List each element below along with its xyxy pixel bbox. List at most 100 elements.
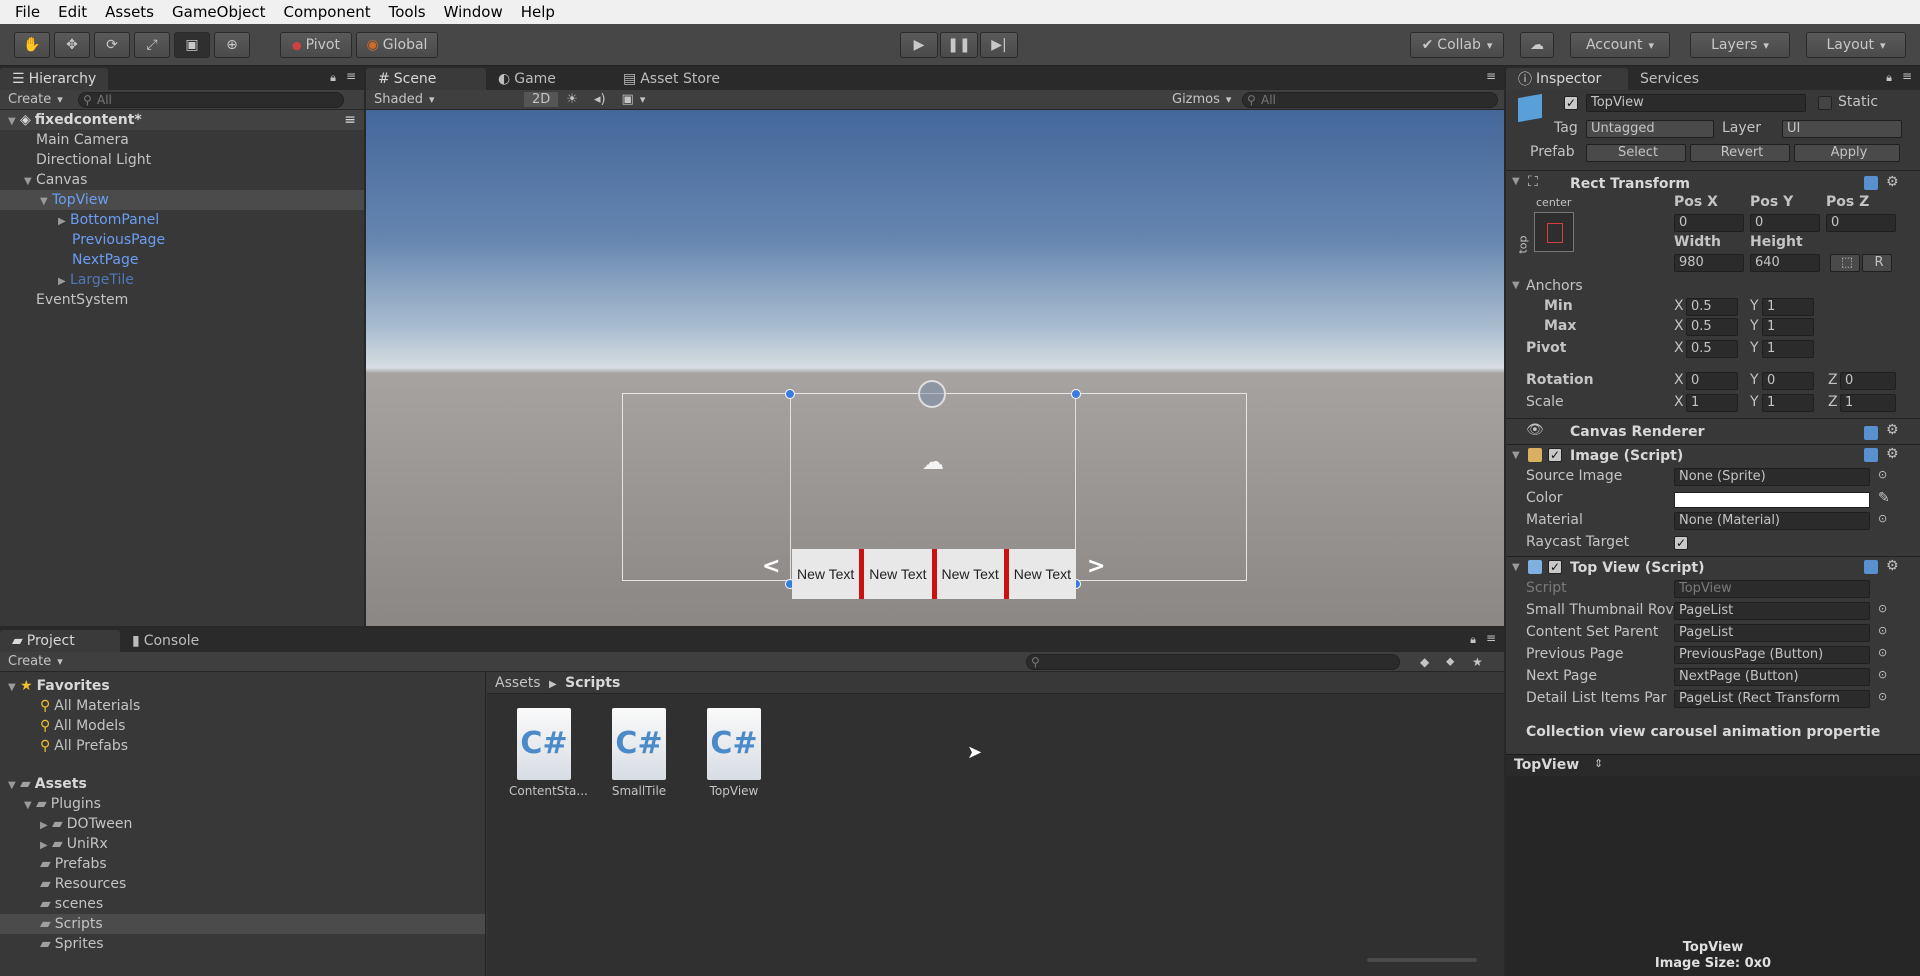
cloud-button[interactable]: ☁	[1520, 32, 1554, 58]
folder-item[interactable]: ▰ Sprites	[0, 934, 485, 954]
anchor-min-x-input[interactable]: 0.5	[1686, 298, 1738, 316]
favorites-header[interactable]: ▼ ★ Favorites	[0, 676, 485, 696]
tab-scene[interactable]: # Scene	[366, 68, 486, 90]
posx-input[interactable]: 0	[1674, 214, 1744, 232]
hierarchy-item-nextpage[interactable]: NextPage	[0, 250, 364, 270]
folder-item[interactable]: ▶ ▰ UniRx	[0, 834, 485, 854]
scene-menu-icon[interactable]: ≡	[344, 110, 356, 130]
object-picker-icon[interactable]: ⊙	[1878, 468, 1887, 481]
hierarchy-item-eventsystem[interactable]: EventSystem	[0, 290, 364, 310]
favorite-item[interactable]: ⚲ All Models	[0, 716, 485, 736]
assets-header[interactable]: ▼ ▰ Assets	[0, 774, 485, 794]
hierarchy-item-largetile[interactable]: ▶ LargeTile	[0, 270, 364, 290]
menu-tools[interactable]: Tools	[380, 3, 435, 21]
scene-viewport[interactable]: ☁ < > New Text New Text New Text New Tex…	[366, 110, 1504, 626]
lock-icon[interactable]: 🔒︎	[1886, 71, 1892, 85]
pivot-y-input[interactable]: 1	[1762, 340, 1814, 358]
next-page-field[interactable]: NextPage (Button)	[1674, 668, 1870, 686]
transform-tool-button[interactable]: ⊕	[214, 32, 250, 58]
menu-component[interactable]: Component	[275, 3, 380, 21]
effects-icon[interactable]: ▣	[614, 92, 654, 107]
settings-gear-icon[interactable]: ⚙	[1886, 174, 1899, 190]
posy-input[interactable]: 0	[1750, 214, 1820, 232]
layer-dropdown[interactable]: UI	[1782, 120, 1902, 138]
scene-root-row[interactable]: ▼ ◈ fixedcontent* ≡	[0, 110, 364, 130]
raw-edit-button[interactable]: R	[1862, 254, 1892, 272]
preview-dropdown-icon[interactable]: ⇕	[1594, 757, 1603, 770]
favorite-item[interactable]: ⚲ All Prefabs	[0, 736, 485, 756]
small-thumbnail-field[interactable]: PageList	[1674, 602, 1870, 620]
zoom-slider[interactable]	[1367, 958, 1477, 962]
scale-z-input[interactable]: 1	[1840, 394, 1896, 412]
menu-edit[interactable]: Edit	[49, 3, 96, 21]
gameobject-name-input[interactable]: TopView	[1586, 94, 1806, 112]
prefab-apply-button[interactable]: Apply	[1794, 144, 1900, 162]
prev-arrow-icon[interactable]: <	[762, 554, 780, 579]
pause-button[interactable]: ❚❚	[940, 32, 978, 58]
tab-console[interactable]: ▮ Console	[120, 630, 211, 652]
object-picker-icon[interactable]: ⊙	[1878, 512, 1887, 525]
help-book-icon[interactable]	[1864, 176, 1878, 190]
move-tool-button[interactable]: ✥	[54, 32, 90, 58]
tab-services[interactable]: Services	[1628, 68, 1711, 90]
filter-by-type-icon[interactable]: ◆	[1420, 655, 1429, 669]
prefab-revert-button[interactable]: Revert	[1690, 144, 1790, 162]
folder-item-selected[interactable]: ▰ Scripts	[0, 914, 485, 934]
tab-inspector[interactable]: ⓘ Inspector	[1506, 68, 1628, 90]
anchor-max-y-input[interactable]: 1	[1762, 318, 1814, 336]
object-picker-icon[interactable]: ⊙	[1878, 602, 1887, 615]
menu-gameobject[interactable]: GameObject	[163, 3, 275, 21]
panel-menu-icon[interactable]: ≡	[1486, 631, 1496, 645]
hand-tool-button[interactable]: ✋	[14, 32, 50, 58]
asset-file[interactable]: C# TopView	[699, 708, 769, 798]
rotation-z-input[interactable]: 0	[1840, 372, 1896, 390]
help-book-icon[interactable]	[1864, 448, 1878, 462]
breadcrumb-scripts[interactable]: Scripts	[565, 675, 620, 691]
project-search-input[interactable]: ⚲	[1026, 654, 1400, 670]
image-enabled-checkbox[interactable]: ✓	[1548, 448, 1562, 462]
anchor-max-x-input[interactable]: 0.5	[1686, 318, 1738, 336]
object-picker-icon[interactable]: ⊙	[1878, 668, 1887, 681]
rect-tool-button[interactable]: ▣	[174, 32, 210, 58]
raycast-target-checkbox[interactable]: ✓	[1674, 536, 1688, 550]
object-picker-icon[interactable]: ⊙	[1878, 624, 1887, 637]
tab-project[interactable]: ▰ Project	[0, 630, 120, 652]
hierarchy-item-directional-light[interactable]: Directional Light	[0, 150, 364, 170]
object-picker-icon[interactable]: ⊙	[1878, 690, 1887, 703]
material-field[interactable]: None (Material)	[1674, 512, 1870, 530]
active-checkbox[interactable]: ✓	[1564, 96, 1578, 110]
hierarchy-item-previouspage[interactable]: PreviousPage	[0, 230, 364, 250]
favorite-item[interactable]: ⚲ All Materials	[0, 696, 485, 716]
rect-handle[interactable]	[1071, 389, 1081, 399]
posz-input[interactable]: 0	[1826, 214, 1896, 232]
filter-by-label-icon[interactable]: ⬥	[1446, 654, 1454, 669]
folder-item[interactable]: ▰ Resources	[0, 874, 485, 894]
account-dropdown[interactable]: Account	[1570, 32, 1670, 58]
play-button[interactable]: ▶	[900, 32, 938, 58]
help-book-icon[interactable]	[1864, 560, 1878, 574]
prefab-select-button[interactable]: Select	[1586, 144, 1686, 162]
foldout-icon[interactable]: ▼	[1512, 562, 1520, 573]
panel-menu-icon[interactable]: ≡	[1902, 69, 1912, 83]
gizmos-dropdown[interactable]: Gizmos	[1164, 92, 1239, 107]
rotation-x-input[interactable]: 0	[1686, 372, 1738, 390]
rect-handle[interactable]	[785, 389, 795, 399]
hierarchy-item-main-camera[interactable]: Main Camera	[0, 130, 364, 150]
hierarchy-create-button[interactable]: Create	[0, 92, 71, 107]
pivot-gizmo-icon[interactable]	[918, 380, 946, 408]
detail-list-items-field[interactable]: PageList (Rect Transform	[1674, 690, 1870, 708]
help-book-icon[interactable]	[1864, 426, 1878, 440]
settings-gear-icon[interactable]: ⚙	[1886, 446, 1899, 462]
tab-asset-store[interactable]: ▤ Asset Store	[611, 68, 732, 90]
scale-x-input[interactable]: 1	[1686, 394, 1738, 412]
breadcrumb-assets[interactable]: Assets	[495, 675, 541, 691]
eyedropper-icon[interactable]: ✎	[1878, 490, 1890, 506]
hierarchy-item-bottompanel[interactable]: ▶ BottomPanel	[0, 210, 364, 230]
favorite-star-icon[interactable]: ★	[1472, 655, 1483, 669]
menu-assets[interactable]: Assets	[96, 3, 163, 21]
menu-window[interactable]: Window	[435, 3, 512, 21]
tag-dropdown[interactable]: Untagged	[1586, 120, 1714, 138]
layout-dropdown[interactable]: Layout	[1806, 32, 1906, 58]
settings-gear-icon[interactable]: ⚙	[1886, 558, 1899, 574]
height-input[interactable]: 640	[1750, 254, 1820, 272]
